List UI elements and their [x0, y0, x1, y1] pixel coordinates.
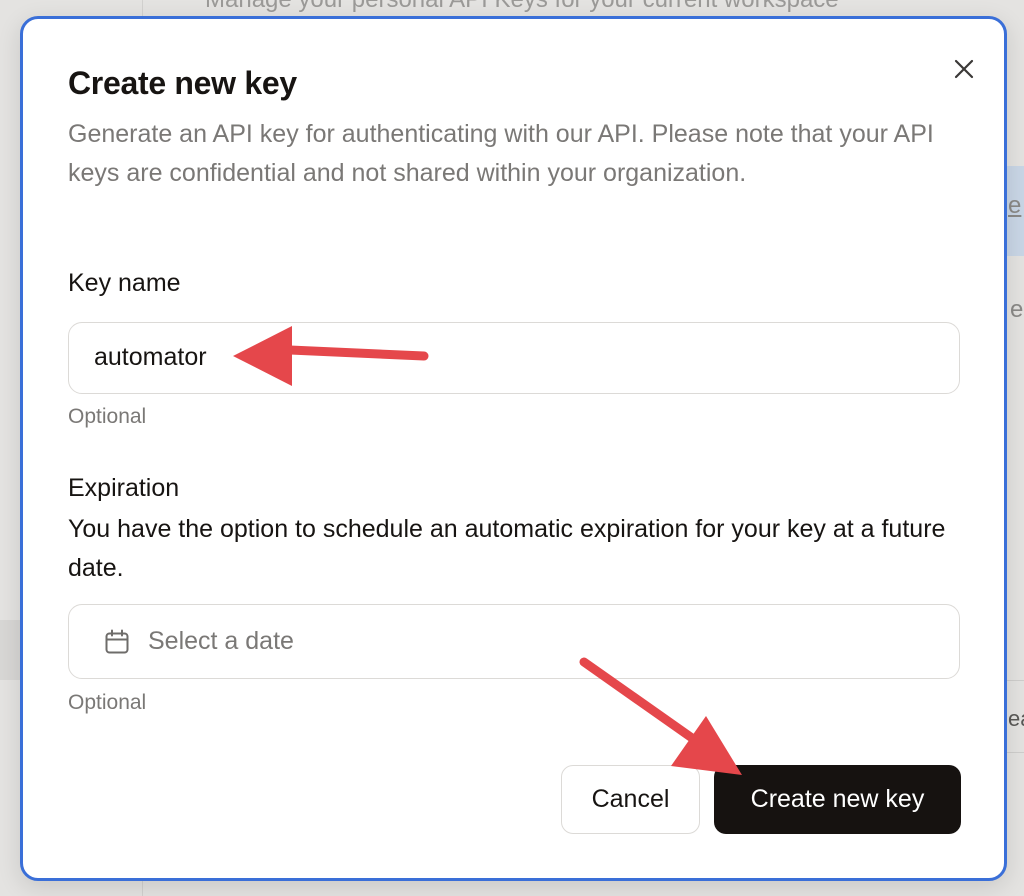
create-key-dialog: Create new key Generate an API key for a…: [20, 16, 1007, 881]
key-name-label: Key name: [68, 269, 181, 297]
close-icon: [954, 59, 974, 79]
background-side-text: e: [1010, 296, 1024, 323]
expiration-date-picker[interactable]: Select a date: [68, 604, 960, 679]
date-placeholder: Select a date: [148, 627, 294, 655]
background-row-text: e: [1008, 192, 1022, 219]
expiration-hint: Optional: [68, 691, 147, 714]
background-sidebar-item: [0, 620, 20, 680]
background-page-subtitle: Manage your personal API Keys for your c…: [205, 0, 839, 14]
background-row-divider: [1004, 680, 1024, 681]
dialog-description: Generate an API key for authenticating w…: [68, 120, 934, 187]
key-name-input[interactable]: automator: [68, 322, 960, 394]
expiration-description: You have the option to schedule an autom…: [68, 515, 946, 582]
background-row-divider-2: [1004, 752, 1024, 753]
close-button[interactable]: [948, 53, 980, 85]
calendar-icon: [105, 629, 129, 654]
expiration-label: Expiration: [68, 474, 180, 502]
key-name-hint: Optional: [68, 405, 147, 428]
dialog-title: Create new key: [68, 65, 297, 101]
key-name-value: automator: [94, 343, 207, 371]
background-side-text-2: ea: [1008, 706, 1024, 731]
cancel-button[interactable]: Cancel: [561, 765, 700, 834]
create-new-key-button[interactable]: Create new key: [714, 765, 961, 834]
